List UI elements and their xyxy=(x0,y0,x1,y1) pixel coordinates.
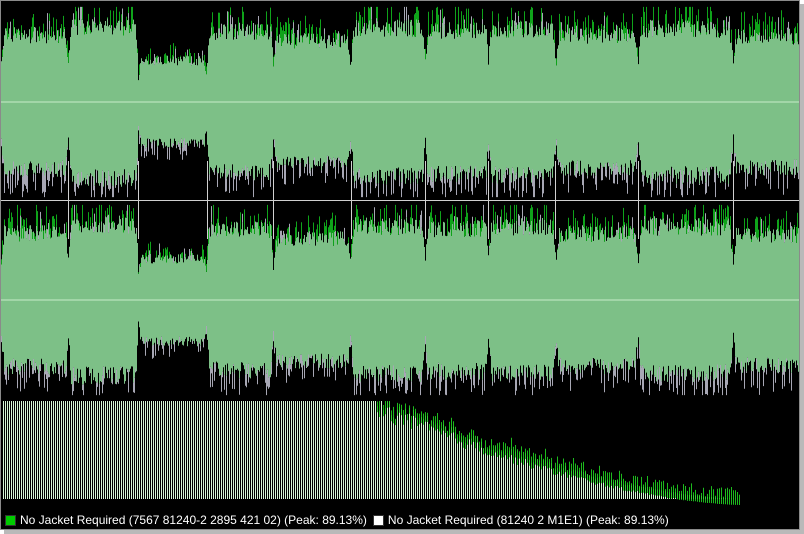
legend-label-a: No Jacket Required (7567 81240-2 2895 42… xyxy=(20,513,367,527)
legend-swatch-green xyxy=(5,514,16,526)
legend-entry-b: No Jacket Required (81240 2 M1E1) (Peak:… xyxy=(372,513,669,527)
legend-swatch-white xyxy=(372,514,384,526)
right-channel-waveform xyxy=(1,204,799,396)
window-shadow-right xyxy=(800,4,804,534)
left-channel-waveform xyxy=(1,6,799,198)
window-shadow-bottom xyxy=(4,530,804,534)
waveform-canvas xyxy=(1,6,799,505)
waveform-comparison-window: No Jacket Required (7567 81240-2 2895 42… xyxy=(0,0,800,530)
legend-entry-a: No Jacket Required (7567 81240-2 2895 42… xyxy=(5,513,367,527)
waveform-view xyxy=(1,1,799,509)
legend-bar: No Jacket Required (7567 81240-2 2895 42… xyxy=(1,509,799,529)
legend-label-b: No Jacket Required (81240 2 M1E1) (Peak:… xyxy=(387,513,669,527)
left-channel-body xyxy=(1,18,799,187)
spectrum-plot xyxy=(3,401,740,505)
